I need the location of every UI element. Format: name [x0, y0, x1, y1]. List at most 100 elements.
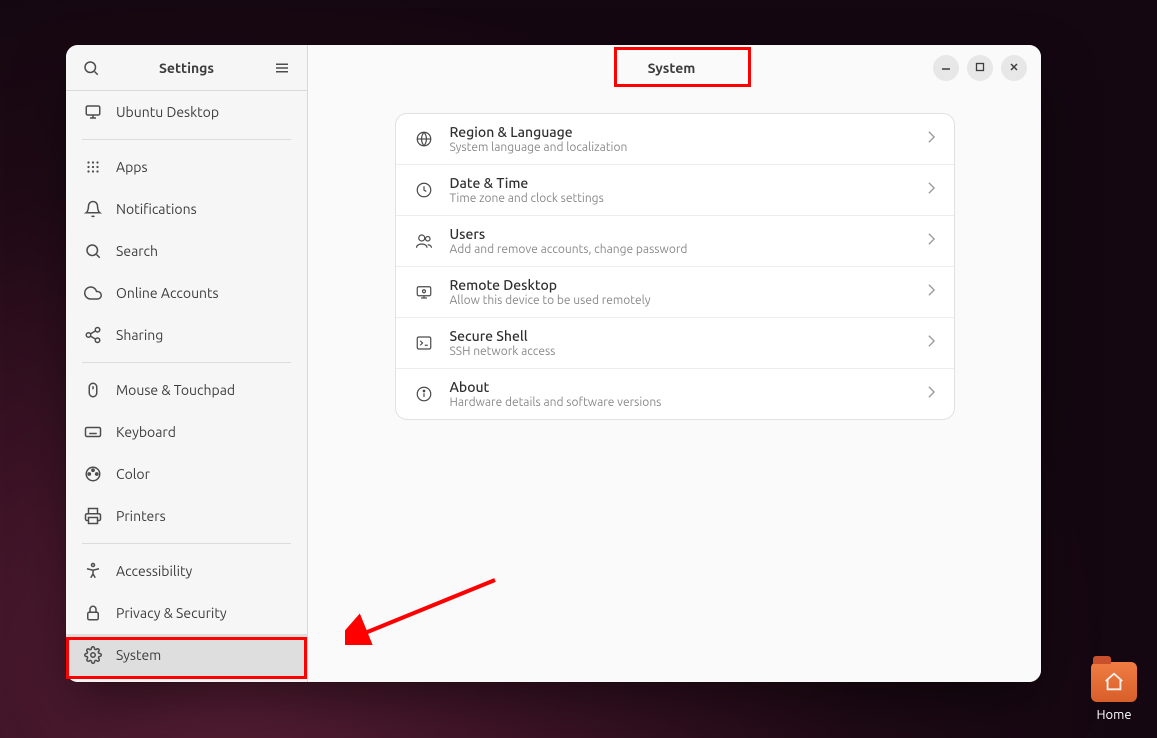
- sidebar-separator: [82, 362, 291, 363]
- sidebar-item-privacy-security[interactable]: Privacy & Security: [66, 592, 307, 634]
- panel-row-text: Date & Time Time zone and clock settings: [450, 175, 911, 205]
- sidebar-item-label: Sharing: [116, 327, 163, 343]
- sidebar-separator: [82, 139, 291, 140]
- share-icon: [84, 326, 102, 344]
- panel-row-title: Date & Time: [450, 175, 911, 191]
- sidebar-item-label: Mouse & Touchpad: [116, 382, 235, 398]
- apps-grid-icon: [84, 158, 102, 176]
- monitor-icon: [84, 103, 102, 121]
- content-header: System: [308, 45, 1041, 91]
- settings-window: Settings Ubuntu Desktop Apps Notificatio…: [66, 45, 1041, 682]
- system-panel-list: Region & Language System language and lo…: [395, 113, 955, 420]
- sidebar-list[interactable]: Ubuntu Desktop Apps Notifications Search…: [66, 91, 307, 682]
- panel-row-text: About Hardware details and software vers…: [450, 379, 911, 409]
- sidebar-item-label: Search: [116, 243, 158, 259]
- sidebar-item-label: Keyboard: [116, 424, 176, 440]
- home-folder-icon: [1091, 662, 1137, 702]
- gear-icon: [84, 646, 102, 664]
- bell-icon: [84, 200, 102, 218]
- page-title: System: [410, 57, 933, 79]
- sidebar-item-label: Color: [116, 466, 150, 482]
- panel-row-text: Secure Shell SSH network access: [450, 328, 911, 358]
- sidebar-item-keyboard[interactable]: Keyboard: [66, 411, 307, 453]
- panel-row-secure-shell[interactable]: Secure Shell SSH network access: [396, 318, 954, 369]
- minimize-button[interactable]: [933, 55, 959, 81]
- content-area: System Region & Language: [308, 45, 1041, 682]
- sidebar-item-sharing[interactable]: Sharing: [66, 314, 307, 356]
- panel-row-title: Region & Language: [450, 124, 911, 140]
- sidebar-item-notifications[interactable]: Notifications: [66, 188, 307, 230]
- window-controls: [933, 55, 1033, 81]
- sidebar-item-online-accounts[interactable]: Online Accounts: [66, 272, 307, 314]
- close-icon: [1008, 59, 1020, 77]
- lock-icon: [84, 604, 102, 622]
- panel-row-title: Secure Shell: [450, 328, 911, 344]
- close-button[interactable]: [1001, 55, 1027, 81]
- terminal-icon: [414, 333, 434, 353]
- mouse-icon: [84, 381, 102, 399]
- sidebar: Settings Ubuntu Desktop Apps Notificatio…: [66, 45, 308, 682]
- sidebar-item-label: Notifications: [116, 201, 197, 217]
- maximize-button[interactable]: [967, 55, 993, 81]
- sidebar-item-search[interactable]: Search: [66, 230, 307, 272]
- sidebar-menu-button[interactable]: [265, 53, 299, 83]
- panel-row-title: Users: [450, 226, 911, 242]
- panel-row-text: Users Add and remove accounts, change pa…: [450, 226, 911, 256]
- panel-row-subtitle: Allow this device to be used remotely: [450, 294, 911, 307]
- sidebar-item-apps[interactable]: Apps: [66, 146, 307, 188]
- sidebar-item-label: Apps: [116, 159, 148, 175]
- panel-row-title: Remote Desktop: [450, 277, 911, 293]
- chevron-right-icon: [927, 334, 936, 352]
- panel-row-remote-desktop[interactable]: Remote Desktop Allow this device to be u…: [396, 267, 954, 318]
- panel-row-subtitle: Add and remove accounts, change password: [450, 243, 911, 256]
- sidebar-item-mouse-touchpad[interactable]: Mouse & Touchpad: [66, 369, 307, 411]
- remote-desktop-icon: [414, 282, 434, 302]
- sidebar-item-ubuntu-desktop[interactable]: Ubuntu Desktop: [66, 91, 307, 133]
- panel-row-text: Region & Language System language and lo…: [450, 124, 911, 154]
- panel-row-text: Remote Desktop Allow this device to be u…: [450, 277, 911, 307]
- sidebar-item-color[interactable]: Color: [66, 453, 307, 495]
- sidebar-header: Settings: [66, 45, 307, 91]
- panel-row-title: About: [450, 379, 911, 395]
- users-icon: [414, 231, 434, 251]
- maximize-icon: [974, 59, 986, 77]
- panel-row-subtitle: SSH network access: [450, 345, 911, 358]
- sidebar-item-accessibility[interactable]: Accessibility: [66, 550, 307, 592]
- panel-row-subtitle: Hardware details and software versions: [450, 396, 911, 409]
- panel-row-date-time[interactable]: Date & Time Time zone and clock settings: [396, 165, 954, 216]
- panel-row-region-language[interactable]: Region & Language System language and lo…: [396, 114, 954, 165]
- chevron-right-icon: [927, 181, 936, 199]
- sidebar-item-label: Online Accounts: [116, 285, 219, 301]
- sidebar-title: Settings: [108, 60, 265, 76]
- panel-row-subtitle: Time zone and clock settings: [450, 192, 911, 205]
- sidebar-item-label: Accessibility: [116, 563, 192, 579]
- chevron-right-icon: [927, 385, 936, 403]
- cloud-icon: [84, 284, 102, 302]
- clock-icon: [414, 180, 434, 200]
- hamburger-icon: [273, 59, 291, 77]
- sidebar-item-label: Privacy & Security: [116, 605, 227, 621]
- panel-row-about[interactable]: About Hardware details and software vers…: [396, 369, 954, 419]
- sidebar-item-label: System: [116, 647, 161, 663]
- printer-icon: [84, 507, 102, 525]
- desktop-home-label: Home: [1091, 708, 1137, 722]
- panel-row-users[interactable]: Users Add and remove accounts, change pa…: [396, 216, 954, 267]
- search-icon: [84, 242, 102, 260]
- chevron-right-icon: [927, 232, 936, 250]
- search-button[interactable]: [74, 53, 108, 83]
- sidebar-item-system[interactable]: System: [66, 634, 307, 676]
- keyboard-icon: [84, 423, 102, 441]
- search-icon: [82, 59, 100, 77]
- desktop-home-icon[interactable]: Home: [1091, 662, 1137, 722]
- globe-icon: [414, 129, 434, 149]
- info-icon: [414, 384, 434, 404]
- minimize-icon: [940, 59, 952, 77]
- chevron-right-icon: [927, 283, 936, 301]
- sidebar-separator: [82, 543, 291, 544]
- sidebar-item-label: Ubuntu Desktop: [116, 104, 219, 120]
- content-body: Region & Language System language and lo…: [308, 91, 1041, 682]
- chevron-right-icon: [927, 130, 936, 148]
- sidebar-item-printers[interactable]: Printers: [66, 495, 307, 537]
- color-icon: [84, 465, 102, 483]
- accessibility-icon: [84, 562, 102, 580]
